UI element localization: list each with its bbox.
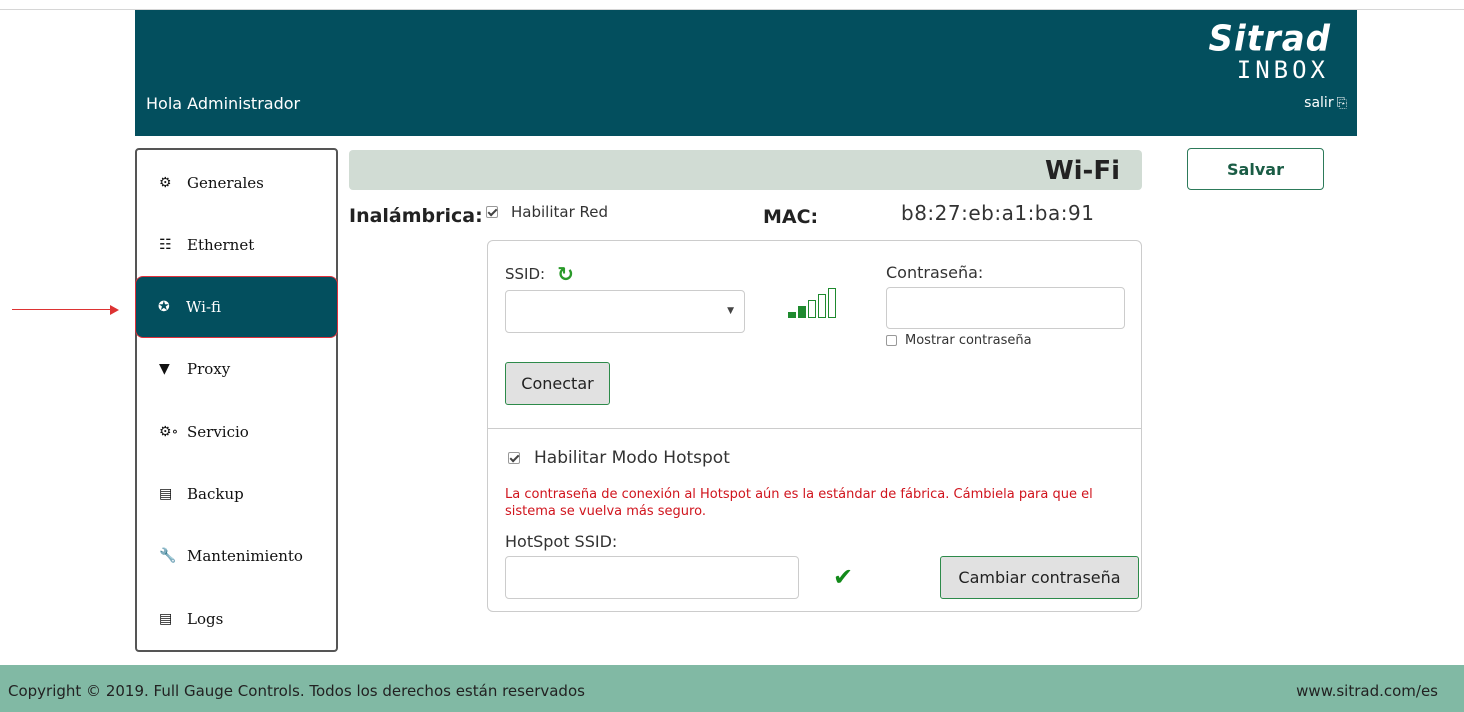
signal-bar [818, 294, 826, 318]
enable-network-label: Habilitar Red [511, 203, 609, 221]
signal-bar [808, 300, 816, 318]
page-footer: Copyright © 2019. Full Gauge Controls. T… [0, 665, 1464, 712]
change-password-button[interactable]: Cambiar contraseña [940, 556, 1139, 599]
sitrad-inbox-logo: Sitrad INBOX [1191, 18, 1331, 92]
hotspot-ssid-label: HotSpot SSID: [505, 532, 618, 551]
sidebar-item-label: Wi-fi [186, 298, 222, 316]
copyright-text: Copyright © 2019. Full Gauge Controls. T… [8, 682, 585, 700]
hotspot-enable-label: Habilitar Modo Hotspot [534, 448, 730, 468]
page-title: Wi-Fi [1044, 156, 1120, 186]
annotation-arrow-head [110, 305, 119, 315]
sidebar-item-label: Servicio [187, 423, 249, 441]
sidebar-item-ethernet[interactable]: ☷ Ethernet [137, 214, 336, 276]
hotspot-enable-checkbox[interactable] [508, 452, 520, 464]
password-label: Contraseña: [886, 263, 984, 282]
sign-out-icon: ⎘ [1336, 96, 1347, 111]
hotspot-ssid-field[interactable] [505, 556, 799, 599]
panel-divider [488, 428, 1141, 429]
signal-bar [798, 306, 806, 318]
connect-button[interactable]: Conectar [505, 362, 610, 405]
hdd-icon: ▤ [159, 486, 173, 502]
sidebar-item-label: Logs [187, 610, 224, 628]
sidebar-item-wifi[interactable]: ✪ Wi-fi [135, 276, 338, 338]
greeting-text: Hola Administrador [146, 94, 301, 113]
ssid-select[interactable]: ▼ [505, 290, 745, 333]
sidebar-item-label: Ethernet [187, 236, 255, 254]
password-field[interactable] [886, 287, 1125, 329]
cogs-icon: ⚙∘ [159, 424, 179, 440]
wifi-settings-panel: SSID: ↻ ▼ Contraseña: Mostrar contraseña… [487, 240, 1142, 612]
app-header: Hola Administrador Sitrad INBOX salir ⎘ [135, 10, 1357, 136]
filter-icon: ▼ [159, 361, 170, 377]
hotspot-enable-toggle[interactable]: Habilitar Modo Hotspot [508, 448, 730, 468]
sidebar-item-generales[interactable]: ⚙ Generales [137, 152, 336, 214]
mac-value: b8:27:eb:a1:ba:91 [901, 201, 1095, 225]
page-title-bar: Wi-Fi [349, 150, 1142, 190]
show-password-toggle[interactable]: Mostrar contraseña [886, 333, 1032, 348]
logout-link[interactable]: salir ⎘ [1304, 95, 1347, 111]
refresh-icon[interactable]: ↻ [557, 264, 574, 284]
enable-network-toggle[interactable]: Habilitar Red [486, 203, 608, 221]
signal-bar [788, 312, 796, 318]
wrench-icon: 🔧 [159, 548, 177, 564]
enable-network-checkbox[interactable] [486, 206, 498, 218]
settings-sidebar: ⚙ Generales ☷ Ethernet ✪ Wi-fi ▼ Proxy ⚙… [135, 148, 338, 652]
logo-sitrad-text: Sitrad [1208, 18, 1331, 61]
gear-icon: ⚙ [159, 175, 172, 191]
wireless-label: Inalámbrica: [349, 205, 483, 227]
show-password-checkbox[interactable] [886, 335, 897, 346]
sidebar-item-servicio[interactable]: ⚙∘ Servicio [137, 401, 336, 463]
save-button[interactable]: Salvar [1187, 148, 1324, 190]
sidebar-item-label: Backup [187, 485, 244, 503]
site-link[interactable]: www.sitrad.com/es [1296, 682, 1438, 700]
sidebar-item-proxy[interactable]: ▼ Proxy [137, 338, 336, 400]
logout-label: salir [1304, 95, 1334, 111]
ssid-label: SSID: [505, 265, 546, 283]
wifi-icon: ✪ [158, 299, 170, 315]
signal-bar [828, 288, 836, 318]
signal-strength-icon [788, 288, 858, 318]
check-icon: ✔ [833, 563, 854, 591]
sidebar-item-label: Generales [187, 174, 264, 192]
sidebar-item-backup[interactable]: ▤ Backup [137, 463, 336, 525]
sitemap-icon: ☷ [159, 237, 172, 253]
chevron-down-icon: ▼ [727, 306, 734, 316]
mac-label: MAC: [763, 206, 819, 228]
sidebar-item-label: Proxy [187, 360, 231, 378]
sidebar-item-logs[interactable]: ▤ Logs [137, 588, 336, 650]
logo-inbox-text: INBOX [1236, 56, 1329, 84]
file-text-icon: ▤ [159, 611, 173, 627]
sidebar-item-label: Mantenimiento [187, 547, 303, 565]
ssid-label-row: SSID: ↻ [505, 264, 574, 284]
annotation-arrow-line [12, 309, 112, 310]
hotspot-password-warning: La contraseña de conexión al Hotspot aún… [505, 487, 1093, 519]
show-password-label: Mostrar contraseña [905, 333, 1032, 348]
sidebar-item-mantenimiento[interactable]: 🔧 Mantenimiento [137, 525, 336, 587]
